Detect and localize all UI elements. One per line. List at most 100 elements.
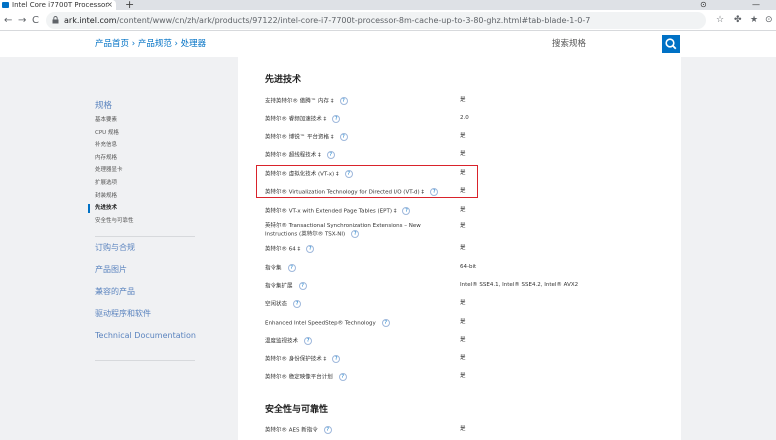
new-tab-button[interactable]: + xyxy=(125,0,134,10)
spec-label: 英特尔® 博锐™ 平台资格 ‡? xyxy=(265,133,348,141)
sidebar-link-ordering[interactable]: 订购与合规 xyxy=(88,237,208,259)
sidebar-link-images[interactable]: 产品图片 xyxy=(88,259,208,281)
spec-label-text: 英特尔® 睿频加速技术 ‡ xyxy=(265,116,327,123)
spec-row: 英特尔® 64 ‡? 是 xyxy=(265,245,665,257)
help-icon[interactable]: ? xyxy=(338,373,347,381)
profile-star-icon[interactable]: ★ xyxy=(750,10,758,31)
help-icon[interactable]: ? xyxy=(304,337,313,345)
spec-row: 指令集扩展? Intel® SSE4.1, Intel® SSE4.2, Int… xyxy=(265,282,665,294)
spec-label: 英特尔® VT-x with Extended Page Tables (EPT… xyxy=(265,207,411,215)
help-icon[interactable]: ? xyxy=(332,115,341,123)
section-title-advanced: 先进技术 xyxy=(265,75,302,85)
spec-row: 英特尔® 稳定映像平台计划? 是 xyxy=(265,373,665,385)
spec-value: 是 xyxy=(460,426,466,432)
sidebar-item-memory[interactable]: 内存规格 xyxy=(88,152,208,165)
site-header: 产品首页 › 产品规范 › 处理器 搜索规格 xyxy=(0,31,776,57)
spec-value: 是 xyxy=(460,319,466,325)
spec-label-text: 英特尔® 64 ‡ xyxy=(265,246,301,253)
search-button[interactable] xyxy=(662,35,680,53)
spec-row: 温度监视技术? 是 xyxy=(265,337,665,349)
help-icon[interactable]: ? xyxy=(402,207,411,215)
spec-row: 英特尔® AES 新指令? 是 xyxy=(265,426,665,438)
spec-row: 支持英特尔® 傲腾™ 内存 ‡? 是 xyxy=(265,97,665,109)
help-icon[interactable]: ? xyxy=(339,133,348,141)
help-icon[interactable]: ? xyxy=(381,319,390,327)
url-omnibox[interactable]: ark.intel.com/content/www/cn/zh/ark/prod… xyxy=(46,12,706,29)
sidebar-item-supplemental[interactable]: 补充信息 xyxy=(88,139,208,152)
bookmark-star-icon[interactable]: ☆ xyxy=(716,10,724,31)
help-icon[interactable]: ? xyxy=(293,300,302,308)
spec-search[interactable]: 搜索规格 xyxy=(550,35,680,53)
help-icon[interactable]: ? xyxy=(287,264,296,272)
forward-button[interactable]: → xyxy=(18,10,26,31)
sidebar-link-tech-docs[interactable]: Technical Documentation xyxy=(88,325,208,347)
browser-tab[interactable]: Intel Core i7700T Processor × xyxy=(0,0,116,10)
sidebar-heading: 规格 xyxy=(95,101,113,111)
intel-favicon-icon xyxy=(2,2,9,8)
spec-label-text: 英特尔® AES 新指令 xyxy=(265,427,318,434)
account-icon[interactable]: ⊙ xyxy=(700,0,707,10)
breadcrumb-separator: › xyxy=(174,39,178,49)
spec-row: 英特尔® 博锐™ 平台资格 ‡? 是 xyxy=(265,133,665,145)
spec-label: Enhanced Intel SpeedStep® Technology? xyxy=(265,319,390,327)
spec-label-text: 英特尔® 稳定映像平台计划 xyxy=(265,374,333,381)
breadcrumb-home[interactable]: 产品首页 xyxy=(95,39,129,49)
spec-value: 是 xyxy=(460,97,466,103)
spec-label-text: 英特尔® 超线程技术 ‡ xyxy=(265,152,321,159)
spec-label: 英特尔® 稳定映像平台计划? xyxy=(265,373,347,381)
help-icon[interactable]: ? xyxy=(326,151,335,159)
extensions-puzzle-icon[interactable]: ✤ xyxy=(734,10,742,31)
sidebar-item-graphics[interactable]: 处理器显卡 xyxy=(88,164,208,177)
spec-label: 支持英特尔® 傲腾™ 内存 ‡? xyxy=(265,97,348,105)
search-input[interactable]: 搜索规格 xyxy=(552,35,586,53)
spec-panel: 先进技术 支持英特尔® 傲腾™ 内存 ‡? 是 英特尔® 睿频加速技术 ‡? 2… xyxy=(238,57,681,440)
url-text: ark.intel.com/content/www/cn/zh/ark/prod… xyxy=(64,12,590,29)
sidebar-item-package[interactable]: 封装规格 xyxy=(88,190,208,203)
spec-label: 指令集扩展? xyxy=(265,282,307,290)
address-bar: ← → C ark.intel.com/content/www/cn/zh/ar… xyxy=(0,10,776,31)
tab-close-icon[interactable]: × xyxy=(106,0,113,10)
help-icon[interactable]: ? xyxy=(351,229,360,238)
sidebar-item-advanced-tech[interactable]: 先进技术 xyxy=(88,202,208,215)
spec-label-text-line2: Instructions (英特尔® TSX-NI) xyxy=(265,231,346,237)
sidebar-item-essentials[interactable]: 基本要素 xyxy=(88,114,208,127)
sidebar-item-security[interactable]: 安全性与可靠性 xyxy=(88,215,208,228)
spec-label: 英特尔® AES 新指令? xyxy=(265,426,332,434)
spec-label-text: 英特尔® VT-x with Extended Page Tables (EPT… xyxy=(265,208,397,215)
sidebar-divider xyxy=(95,236,195,237)
spec-sidebar: 规格 基本要素 CPU 规格 补充信息 内存规格 处理器显卡 扩展选项 封装规格… xyxy=(88,100,208,361)
breadcrumb-specs[interactable]: 产品规范 xyxy=(138,39,172,49)
spec-value: 是 xyxy=(460,373,466,379)
spec-label-text: 英特尔® Transactional Synchronization Exten… xyxy=(265,223,421,229)
help-icon[interactable]: ? xyxy=(339,97,348,105)
spec-label: 英特尔® 睿频加速技术 ‡? xyxy=(265,115,341,123)
spec-value: 64-bit xyxy=(460,264,477,270)
spec-label: 英特尔® Transactional Synchronization Exten… xyxy=(265,223,421,238)
spec-label-text: Enhanced Intel SpeedStep® Technology xyxy=(265,320,376,327)
breadcrumb-separator: › xyxy=(131,39,136,49)
search-icon xyxy=(665,38,677,50)
sidebar-item-expansion[interactable]: 扩展选项 xyxy=(88,177,208,190)
spec-label: 温度监视技术? xyxy=(265,337,313,345)
spec-value: 是 xyxy=(460,245,466,251)
spec-row: Enhanced Intel SpeedStep® Technology? 是 xyxy=(265,319,665,331)
help-icon[interactable]: ? xyxy=(323,426,332,434)
spec-label: 空闲状态? xyxy=(265,300,302,308)
sidebar-link-compatible[interactable]: 兼容的产品 xyxy=(88,281,208,303)
sidebar-link-drivers[interactable]: 驱动程序和软件 xyxy=(88,303,208,325)
back-button[interactable]: ← xyxy=(4,10,12,31)
help-icon[interactable]: ? xyxy=(332,355,341,363)
spec-row: 英特尔® 睿频加速技术 ‡? 2.0 xyxy=(265,115,665,127)
spec-value: Intel® SSE4.1, Intel® SSE4.2, Intel® AVX… xyxy=(460,282,579,288)
sidebar-item-cpu-specs[interactable]: CPU 规格 xyxy=(88,127,208,140)
help-icon[interactable]: ? xyxy=(306,245,315,253)
account-avatar-icon[interactable]: ⊙ xyxy=(765,10,773,31)
spec-value: 是 xyxy=(460,133,466,139)
breadcrumb-processors[interactable]: 处理器 xyxy=(181,39,207,49)
spec-value: 是 xyxy=(460,207,466,213)
minimize-button[interactable]: — xyxy=(752,0,760,10)
help-icon[interactable]: ? xyxy=(298,282,307,290)
spec-label: 英特尔® 身份保护技术 ‡? xyxy=(265,355,341,363)
reload-button[interactable]: C xyxy=(32,10,39,31)
url-path: /content/www/cn/zh/ark/products/97122/in… xyxy=(116,16,591,25)
